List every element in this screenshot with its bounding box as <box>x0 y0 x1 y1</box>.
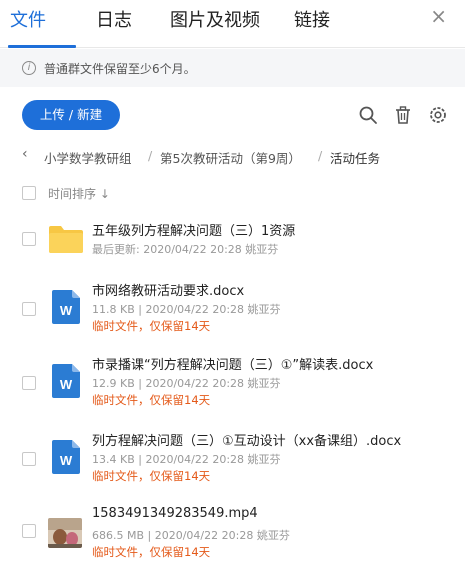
notice-text: 普通群文件保留至少6个月。 <box>44 62 196 76</box>
breadcrumb-item-current: 活动任务 <box>330 151 381 166</box>
row-checkbox[interactable] <box>22 302 36 316</box>
tab-photos-videos[interactable]: 图片及视频 <box>170 6 260 32</box>
gear-icon[interactable] <box>428 105 448 125</box>
temp-file-notice: 临时文件，仅保留14天 <box>92 469 211 483</box>
folder-icon <box>49 226 83 253</box>
svg-text:W: W <box>60 453 73 468</box>
file-name: 市网络教研活动要求.docx <box>92 284 245 299</box>
info-icon: i <box>22 61 36 75</box>
file-row[interactable]: W 市网络教研活动要求.docx 11.8 KB | 2020/04/22 20… <box>0 276 465 346</box>
file-name: 五年级列方程解决问题（三）1资源 <box>92 224 296 239</box>
close-icon[interactable]: × <box>430 4 447 28</box>
active-tab-indicator <box>8 45 76 48</box>
notice-bar: i 普通群文件保留至少6个月。 <box>0 49 465 87</box>
file-row[interactable]: 1583491349283549.mp4 686.5 MB | 2020/04/… <box>0 500 465 570</box>
tab-files[interactable]: 文件 <box>10 6 46 32</box>
back-chevron-icon[interactable]: ‹ <box>22 146 28 162</box>
file-name: 市录播课“列方程解决问题（三）①”解读表.docx <box>92 358 374 373</box>
trash-icon[interactable] <box>393 105 413 125</box>
upload-new-button[interactable]: 上传 / 新建 <box>22 100 120 130</box>
svg-text:W: W <box>60 303 73 318</box>
tab-links[interactable]: 链接 <box>294 6 330 32</box>
breadcrumb-item-activity[interactable]: 第5次教研活动（第9周） <box>160 148 301 167</box>
select-all-checkbox[interactable] <box>22 186 36 200</box>
row-checkbox[interactable] <box>22 232 36 246</box>
breadcrumb-separator: / <box>318 148 323 163</box>
row-checkbox[interactable] <box>22 524 36 538</box>
file-row[interactable]: 五年级列方程解决问题（三）1资源 最后更新: 2020/04/22 20:28 … <box>0 212 465 282</box>
breadcrumb-separator: / <box>148 148 153 163</box>
file-name: 列方程解决问题（三）①互动设计（xx备课组）.docx <box>92 434 402 449</box>
file-meta: 最后更新: 2020/04/22 20:28 姚亚芬 <box>92 243 279 256</box>
temp-file-notice: 临时文件，仅保留14天 <box>92 393 211 407</box>
tab-logs[interactable]: 日志 <box>96 6 132 32</box>
video-thumbnail-icon <box>48 518 82 548</box>
svg-text:W: W <box>60 377 73 392</box>
row-checkbox[interactable] <box>22 452 36 466</box>
word-doc-icon: W <box>52 440 80 474</box>
file-meta: 12.9 KB | 2020/04/22 20:28 姚亚芬 <box>92 377 281 390</box>
file-name: 1583491349283549.mp4 <box>92 506 258 521</box>
tab-bar: 文件 日志 图片及视频 链接 × <box>0 0 465 48</box>
row-checkbox[interactable] <box>22 376 36 390</box>
file-meta: 13.4 KB | 2020/04/22 20:28 姚亚芬 <box>92 453 281 466</box>
file-row[interactable]: W 市录播课“列方程解决问题（三）①”解读表.docx 12.9 KB | 20… <box>0 350 465 420</box>
temp-file-notice: 临时文件，仅保留14天 <box>92 545 211 559</box>
search-icon[interactable] <box>358 105 378 125</box>
temp-file-notice: 临时文件，仅保留14天 <box>92 319 211 333</box>
breadcrumb-item-group[interactable]: 小学数学教研组 <box>44 148 132 167</box>
sort-row: 时间排序 ↓ <box>0 183 465 205</box>
file-meta: 686.5 MB | 2020/04/22 20:28 姚亚芬 <box>92 529 290 542</box>
breadcrumb: ‹ 小学数学教研组 / 第5次教研活动（第9周） / 活动任务 <box>0 146 465 168</box>
file-row[interactable]: W 列方程解决问题（三）①互动设计（xx备课组）.docx 13.4 KB | … <box>0 426 465 496</box>
word-doc-icon: W <box>52 364 80 398</box>
word-doc-icon: W <box>52 290 80 324</box>
sort-by-time[interactable]: 时间排序 ↓ <box>48 185 110 202</box>
file-meta: 11.8 KB | 2020/04/22 20:28 姚亚芬 <box>92 303 281 316</box>
